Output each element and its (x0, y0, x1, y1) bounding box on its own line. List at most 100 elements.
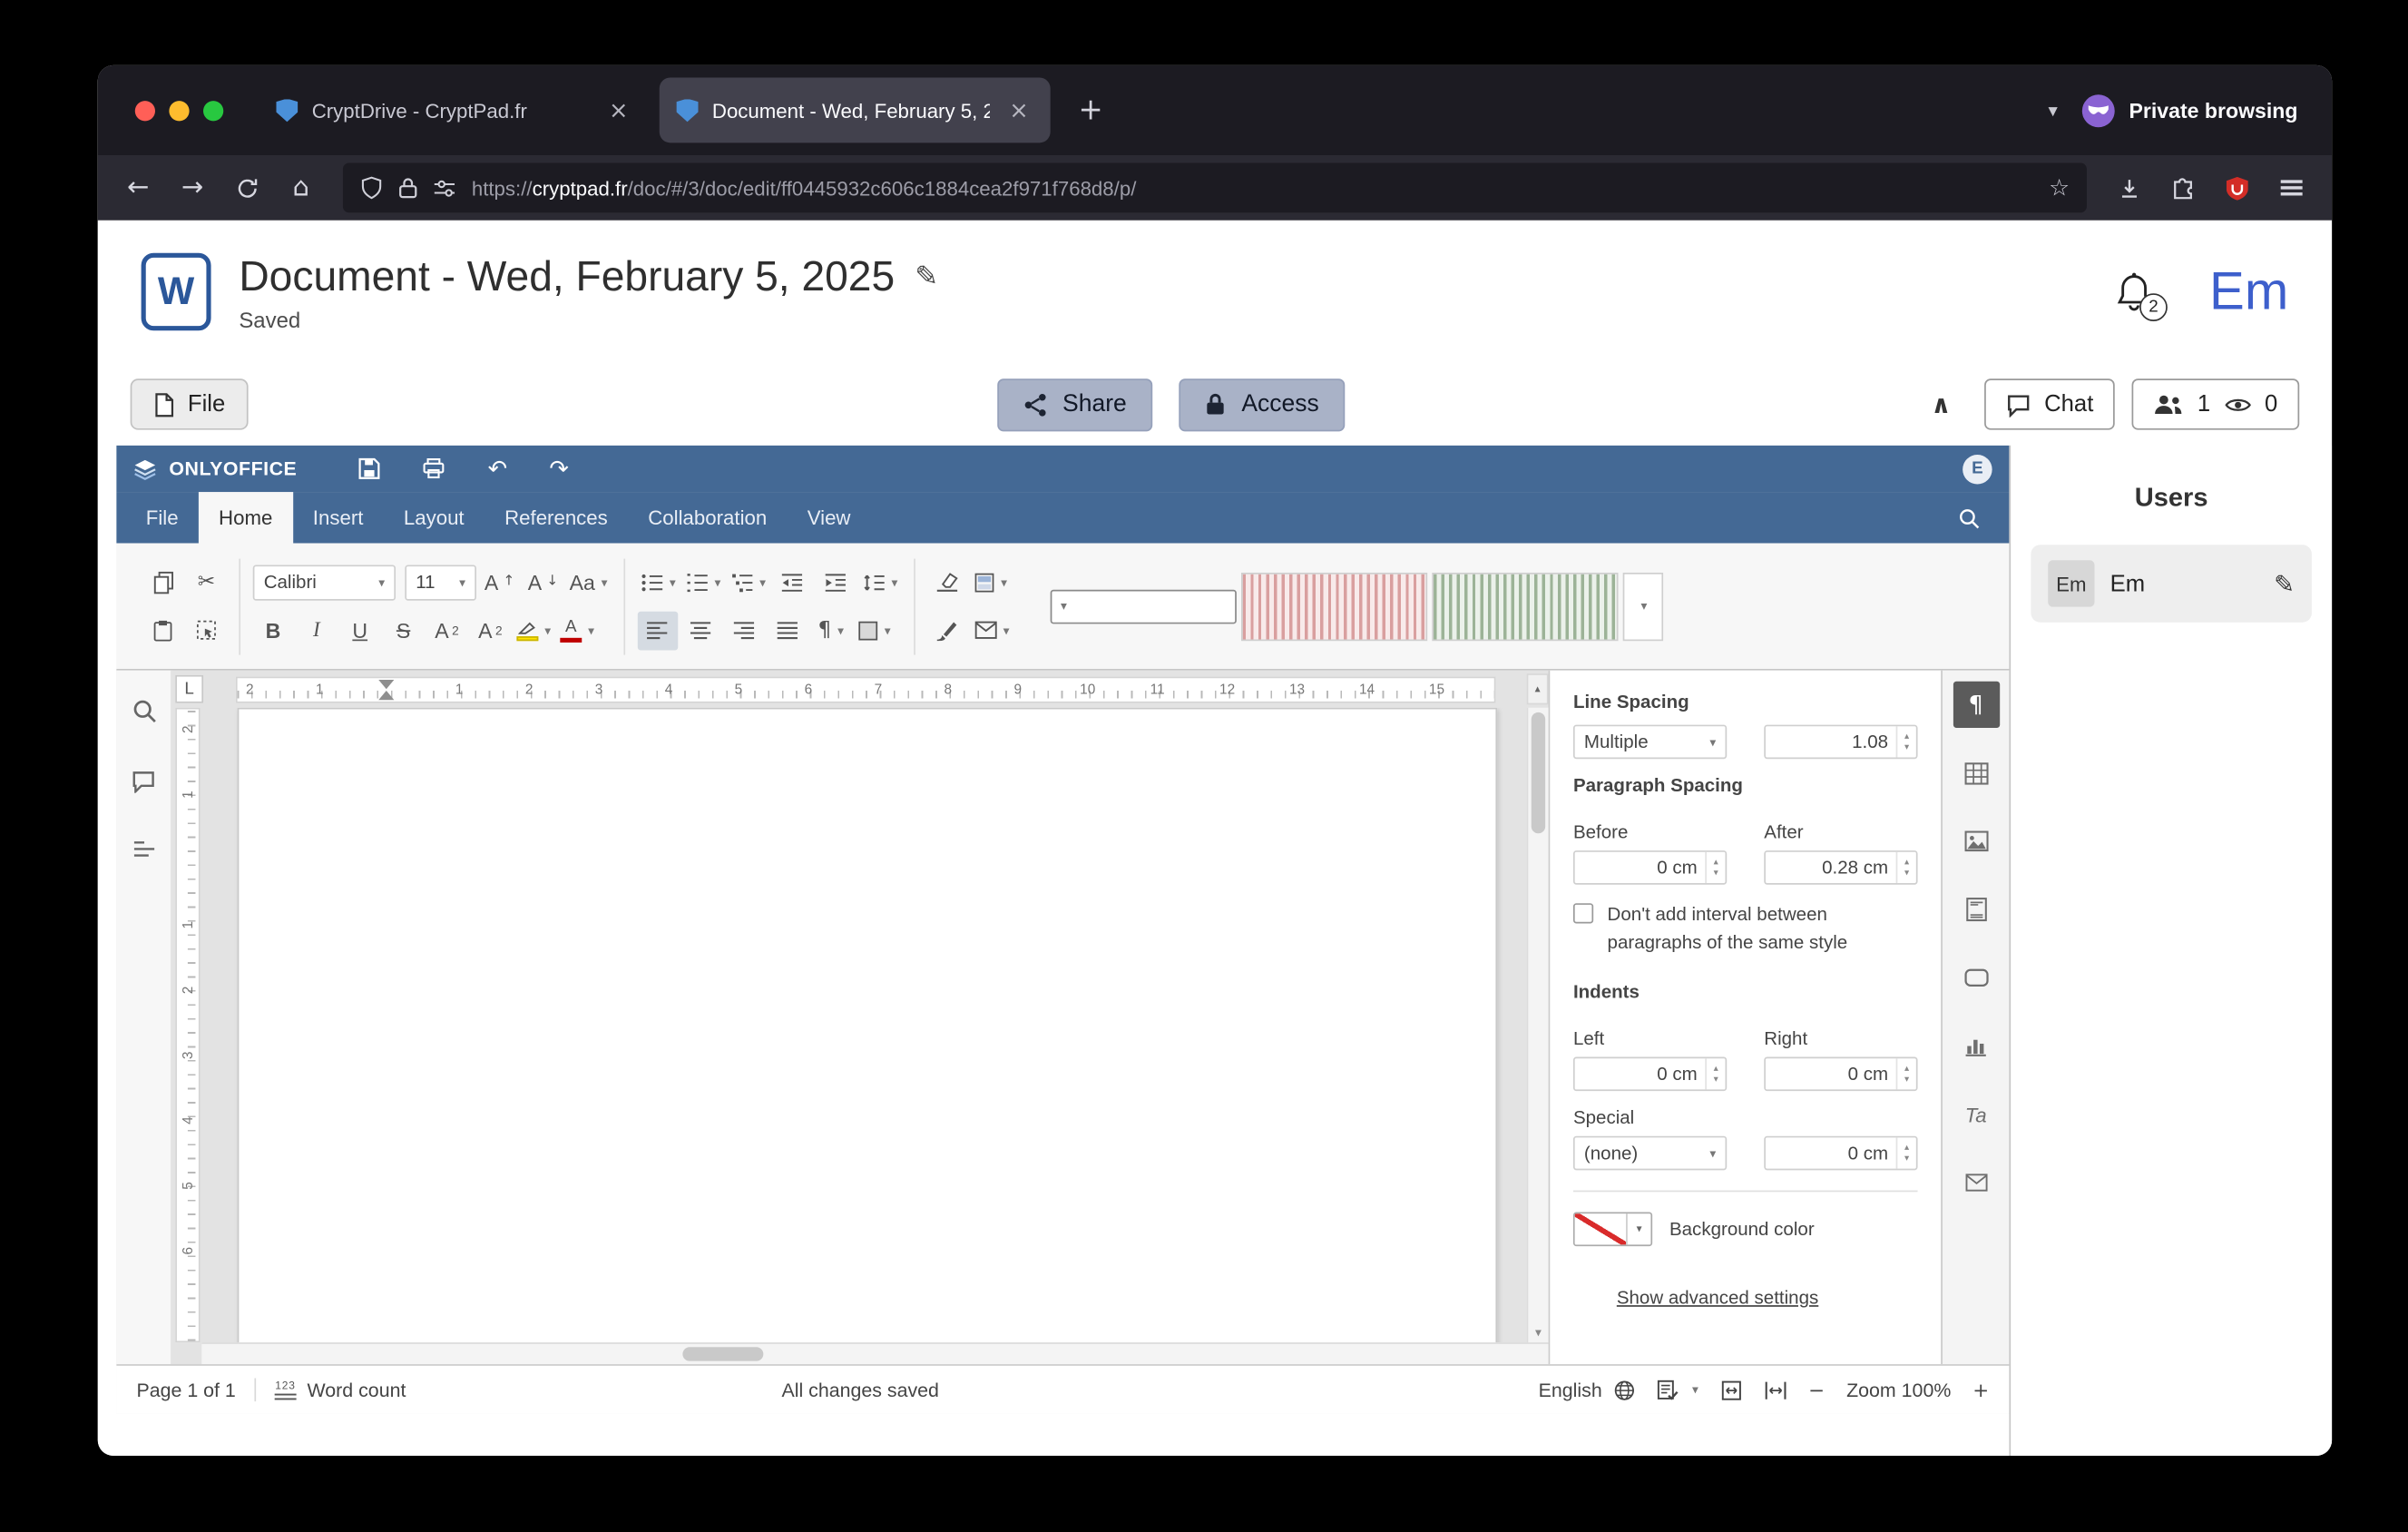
ublock-origin-icon[interactable] (2212, 164, 2262, 211)
underline-button[interactable]: U (339, 611, 379, 650)
document-page[interactable] (238, 708, 1498, 1342)
permissions-icon[interactable] (433, 178, 456, 198)
shading-button[interactable] (854, 611, 894, 650)
header-footer-settings-icon[interactable] (1953, 886, 1999, 932)
comments-icon[interactable] (131, 770, 157, 793)
menu-tab-view[interactable]: View (787, 492, 870, 543)
fit-width-button[interactable] (1764, 1379, 1787, 1400)
editor-search-button[interactable] (1938, 492, 2000, 543)
nonprinting-characters-button[interactable]: ¶ (811, 611, 851, 650)
horizontal-scrollbar[interactable] (201, 1342, 1548, 1364)
menu-tab-file[interactable]: File (126, 492, 199, 543)
minimize-window-button[interactable] (169, 100, 189, 120)
scroll-down-button[interactable]: ▾ (1528, 1325, 1548, 1339)
spell-checking-button[interactable] (1657, 1379, 1698, 1400)
spinner-arrows-icon[interactable]: ▴▾ (1705, 852, 1725, 883)
interval-checkbox[interactable] (1573, 903, 1593, 923)
user-avatar-initials[interactable]: Em (2209, 261, 2288, 322)
undo-button[interactable]: ↶ (488, 455, 508, 483)
tab-stop-selector[interactable]: L (175, 675, 203, 703)
select-all-button[interactable] (186, 611, 226, 650)
background-color-swatch[interactable] (1575, 1213, 1628, 1244)
first-line-indent-marker[interactable] (378, 679, 394, 688)
interval-checkbox-label[interactable]: Don't add interval between paragraphs of… (1608, 900, 1918, 957)
menu-tab-collaboration[interactable]: Collaboration (628, 492, 787, 543)
mail-merge-settings-icon[interactable] (1953, 1159, 1999, 1205)
dropdown-caret-icon[interactable]: ▾ (1628, 1213, 1651, 1244)
scroll-up-button[interactable]: ▴ (1527, 673, 1549, 704)
rename-pencil-icon[interactable]: ✎ (915, 260, 938, 292)
navigation-headings-icon[interactable] (131, 840, 155, 859)
back-button[interactable]: ← (113, 164, 163, 211)
horizontal-ruler[interactable]: 2 1 1 2 3 4 5 6 7 8 9 10 (236, 676, 1496, 702)
tab-close-icon[interactable]: × (604, 96, 633, 124)
menu-tab-insert[interactable]: Insert (293, 492, 384, 543)
mail-merge-button[interactable] (971, 611, 1013, 650)
chat-button[interactable]: Chat (1983, 378, 2115, 429)
spinner-arrows-icon[interactable]: ▴▾ (1896, 1137, 1916, 1168)
increase-indent-button[interactable] (816, 563, 856, 602)
downloads-button[interactable] (2104, 164, 2154, 211)
menu-tab-layout[interactable]: Layout (384, 492, 485, 543)
style-preview-2[interactable] (1240, 572, 1426, 640)
home-button[interactable]: ⌂ (276, 164, 326, 211)
fit-page-button[interactable] (1720, 1379, 1742, 1400)
italic-button[interactable]: I (297, 611, 337, 650)
zoom-level[interactable]: Zoom 100% (1846, 1379, 1951, 1400)
bullets-button[interactable] (637, 563, 679, 602)
clear-style-button[interactable] (927, 563, 967, 602)
notifications-button[interactable]: 2 (2115, 270, 2154, 312)
url-bar[interactable]: https://cryptpad.fr/doc/#/3/doc/edit/ff0… (343, 163, 2087, 213)
close-window-button[interactable] (135, 100, 155, 120)
tab-cryptdrive[interactable]: CryptDrive - CryptPad.fr × (259, 78, 651, 143)
table-settings-icon[interactable] (1953, 750, 1999, 796)
increment-font-button[interactable]: A↑ (479, 563, 519, 602)
align-center-button[interactable] (680, 611, 720, 650)
indent-right-spinner[interactable]: 0 cm ▴▾ (1764, 1057, 1917, 1092)
cut-button[interactable]: ✂ (186, 563, 226, 602)
page-indicator[interactable]: Page 1 of 1 (136, 1379, 235, 1400)
copy-style-button[interactable] (927, 611, 967, 650)
new-tab-button[interactable]: + (1067, 87, 1113, 133)
align-left-button[interactable] (637, 611, 677, 650)
lock-icon[interactable] (398, 177, 417, 199)
copy-button[interactable] (142, 563, 182, 602)
align-right-button[interactable] (724, 611, 764, 650)
forward-button[interactable]: → (168, 164, 218, 211)
background-color-picker[interactable]: ▾ (1573, 1213, 1652, 1247)
save-button[interactable] (359, 457, 381, 479)
vertical-scrollbar[interactable]: ▾ (1527, 708, 1549, 1342)
font-name-select[interactable]: Calibri (253, 565, 396, 600)
extensions-puzzle-icon[interactable] (2158, 164, 2208, 211)
subscript-button[interactable]: A2 (470, 611, 510, 650)
left-indent-marker[interactable] (378, 690, 394, 699)
share-button[interactable]: Share (997, 378, 1153, 430)
line-spacing-spinner[interactable]: 1.08 ▴▾ (1764, 725, 1917, 760)
print-button[interactable] (423, 457, 446, 479)
access-button[interactable]: Access (1180, 378, 1346, 430)
zoom-out-button[interactable]: − (1808, 1378, 1825, 1401)
spinner-arrows-icon[interactable]: ▴▾ (1705, 1058, 1725, 1089)
scrollbar-thumb[interactable] (682, 1347, 763, 1360)
edit-name-pencil-icon[interactable]: ✎ (2274, 569, 2295, 598)
vertical-ruler[interactable]: 2 1 1 2 3 4 5 6 (175, 708, 200, 1342)
font-size-select[interactable]: 11 (405, 565, 476, 600)
bold-button[interactable]: B (253, 611, 293, 650)
shape-settings-icon[interactable] (1953, 955, 1999, 1001)
redo-button[interactable]: ↷ (549, 455, 569, 483)
text-art-settings-icon[interactable]: Ta (1953, 1091, 1999, 1137)
font-color-button[interactable]: A (557, 611, 597, 650)
indent-left-spinner[interactable]: 0 cm ▴▾ (1573, 1057, 1727, 1092)
zoom-window-button[interactable] (203, 100, 223, 120)
file-menu-button[interactable]: File (131, 378, 249, 429)
zoom-in-button[interactable]: + (1972, 1378, 1989, 1401)
show-advanced-settings-link[interactable]: Show advanced settings (1617, 1287, 1818, 1309)
style-preview-3[interactable] (1432, 572, 1618, 640)
language-selector[interactable]: English (1539, 1379, 1635, 1400)
line-spacing-button[interactable] (859, 563, 901, 602)
bookmark-star-icon[interactable]: ☆ (2049, 174, 2070, 202)
spinner-arrows-icon[interactable]: ▴▾ (1896, 726, 1916, 757)
numbering-button[interactable] (682, 563, 724, 602)
spinner-arrows-icon[interactable]: ▴▾ (1896, 1058, 1916, 1089)
collapse-toolbar-chevron-icon[interactable]: ∧ (1915, 383, 1966, 425)
